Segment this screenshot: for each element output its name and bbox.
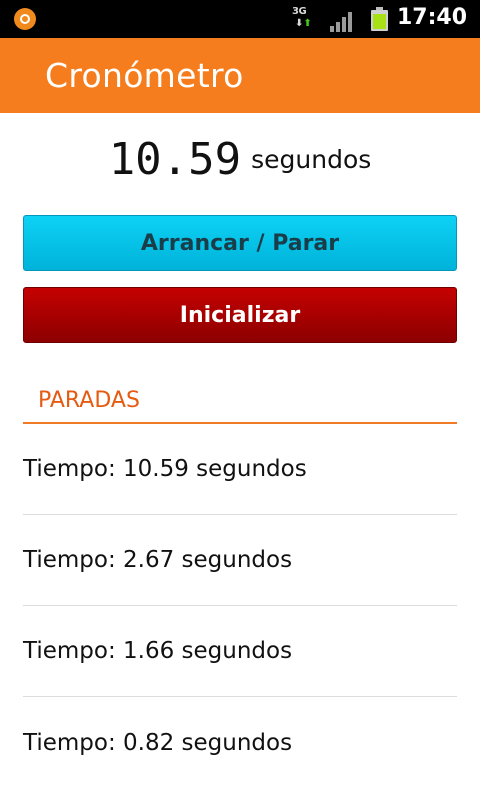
- start-stop-button[interactable]: Arrancar / Parar: [23, 215, 457, 271]
- list-item[interactable]: Tiempo: 2.67 segundos: [23, 515, 457, 606]
- status-bar: 3G ⬇⬆ 17:40: [0, 0, 480, 38]
- app-notification-icon: [14, 8, 36, 30]
- list-item[interactable]: Tiempo: 10.59 segundos: [23, 424, 457, 515]
- data-activity-arrows-icon: ⬇⬆: [295, 18, 312, 29]
- mobile-data-icon: 3G ⬇⬆: [291, 6, 319, 32]
- elapsed-time-value: 10.59: [108, 134, 242, 185]
- battery-icon: [371, 7, 388, 31]
- list-item[interactable]: Tiempo: 0.82 segundos: [23, 697, 457, 788]
- reset-button[interactable]: Inicializar: [23, 287, 457, 343]
- laps-section-header: PARADAS: [38, 388, 140, 413]
- app-title: Cronómetro: [45, 56, 244, 95]
- laps-list: Tiempo: 10.59 segundos Tiempo: 2.67 segu…: [23, 424, 457, 788]
- list-item[interactable]: Tiempo: 1.66 segundos: [23, 606, 457, 697]
- elapsed-time-unit: segundos: [251, 145, 372, 174]
- elapsed-time-display: 10.59 segundos: [0, 134, 480, 185]
- app-bar: Cronómetro: [0, 38, 480, 113]
- status-clock: 17:40: [396, 5, 467, 30]
- signal-strength-icon: [330, 10, 356, 32]
- network-type-label: 3G: [292, 6, 307, 17]
